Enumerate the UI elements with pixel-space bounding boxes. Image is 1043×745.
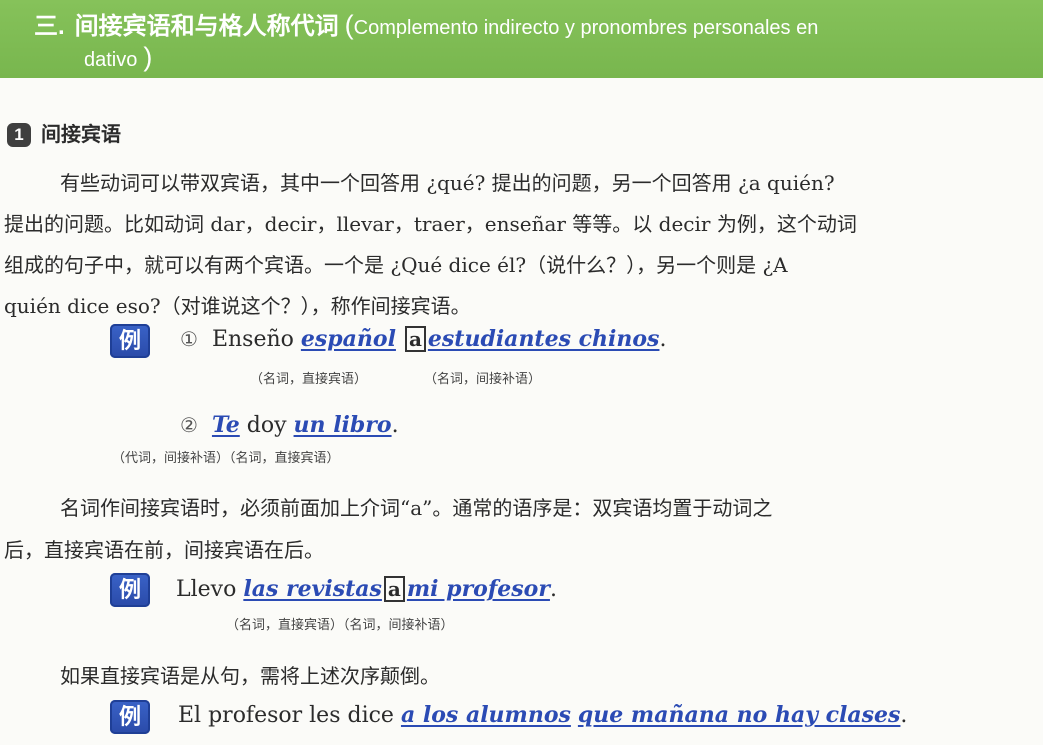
close-paren: ) bbox=[143, 42, 153, 72]
open-paren: ( bbox=[344, 10, 354, 40]
example-word: El profesor les dice bbox=[178, 703, 394, 728]
section-title-zh: 间接宾语和与格人称代词 bbox=[74, 13, 339, 40]
sentence-end: . bbox=[659, 327, 667, 352]
example-word: Enseño bbox=[211, 327, 294, 352]
example-icon: 例 bbox=[110, 324, 150, 358]
header-line-2: dativo) bbox=[84, 42, 152, 73]
example-icon: 例 bbox=[110, 700, 150, 734]
annotation: （代词，间接补语）（名词，直接宾语） bbox=[112, 451, 340, 466]
subsection-title: 1 间接宾语 bbox=[7, 118, 121, 147]
subsection-title-text: 间接宾语 bbox=[41, 122, 121, 146]
paragraph-line: quién dice eso?（对谁说这个？），称作间接宾语。 bbox=[4, 294, 471, 318]
sentence-end: . bbox=[900, 703, 908, 728]
indirect-object: mi profesor bbox=[406, 576, 550, 602]
paragraph-line: 名词作间接宾语时，必须前面加上介词“a”。通常的语序是：双宾语均置于动词之 bbox=[60, 496, 773, 520]
sentence-end: . bbox=[549, 577, 557, 602]
section-title-es-1: Complemento indirecto y pronombres perso… bbox=[353, 17, 819, 39]
example-number: ② bbox=[180, 413, 198, 437]
paragraph-line: 如果直接宾语是从句，需将上述次序颠倒。 bbox=[60, 664, 440, 688]
section-title-es-2: dativo bbox=[84, 49, 138, 71]
number-badge-icon: 1 bbox=[7, 123, 31, 147]
direct-object: las revistas bbox=[243, 576, 382, 602]
example-sentence-1: ① Enseño español a estudiantes chinos. bbox=[180, 326, 666, 352]
paragraph-line: 组成的句子中，就可以有两个宾语。一个是 ¿Qué dice él?（说什么？），… bbox=[4, 253, 788, 277]
sentence-end: . bbox=[391, 413, 399, 438]
example-icon: 例 bbox=[110, 573, 150, 607]
pronoun-object: Te bbox=[211, 412, 240, 438]
paragraph-line: 有些动词可以带双宾语，其中一个回答用 ¿qué? 提出的问题，另一个回答用 ¿a… bbox=[60, 171, 835, 195]
section-number: 三. bbox=[34, 13, 65, 40]
object-clause: que mañana no hay clases bbox=[577, 702, 901, 728]
header-line-1: 三. 间接宾语和与格人称代词 (Complemento indirecto y pr… bbox=[34, 6, 818, 41]
example-sentence-2: ② Te doy un libro. bbox=[180, 412, 399, 438]
example-word: doy bbox=[246, 413, 287, 438]
annotation: （名词，直接宾语） bbox=[250, 372, 368, 387]
indirect-object: a los alumnos bbox=[400, 702, 571, 728]
preposition-box: a bbox=[404, 326, 426, 352]
annotation: （名词，间接补语） bbox=[424, 372, 542, 387]
example-word: Llevo bbox=[176, 577, 237, 602]
example-sentence-4: El profesor les dice a los alumnos que m… bbox=[178, 702, 907, 728]
paragraph-line: 后，直接宾语在前，间接宾语在后。 bbox=[4, 538, 324, 562]
section-header: 三. 间接宾语和与格人称代词 (Complemento indirecto y pr… bbox=[0, 0, 1043, 78]
indirect-object: estudiantes chinos bbox=[427, 326, 660, 352]
annotation: （名词，直接宾语）（名词，间接补语） bbox=[226, 618, 454, 633]
direct-object: un libro bbox=[293, 412, 392, 438]
example-sentence-3: Llevo las revistas a mi profesor. bbox=[176, 576, 557, 602]
preposition-box: a bbox=[383, 576, 405, 602]
example-number: ① bbox=[180, 327, 198, 351]
paragraph-line: 提出的问题。比如动词 dar，decir，llevar，traer，enseña… bbox=[4, 212, 857, 236]
direct-object: español bbox=[300, 326, 396, 352]
